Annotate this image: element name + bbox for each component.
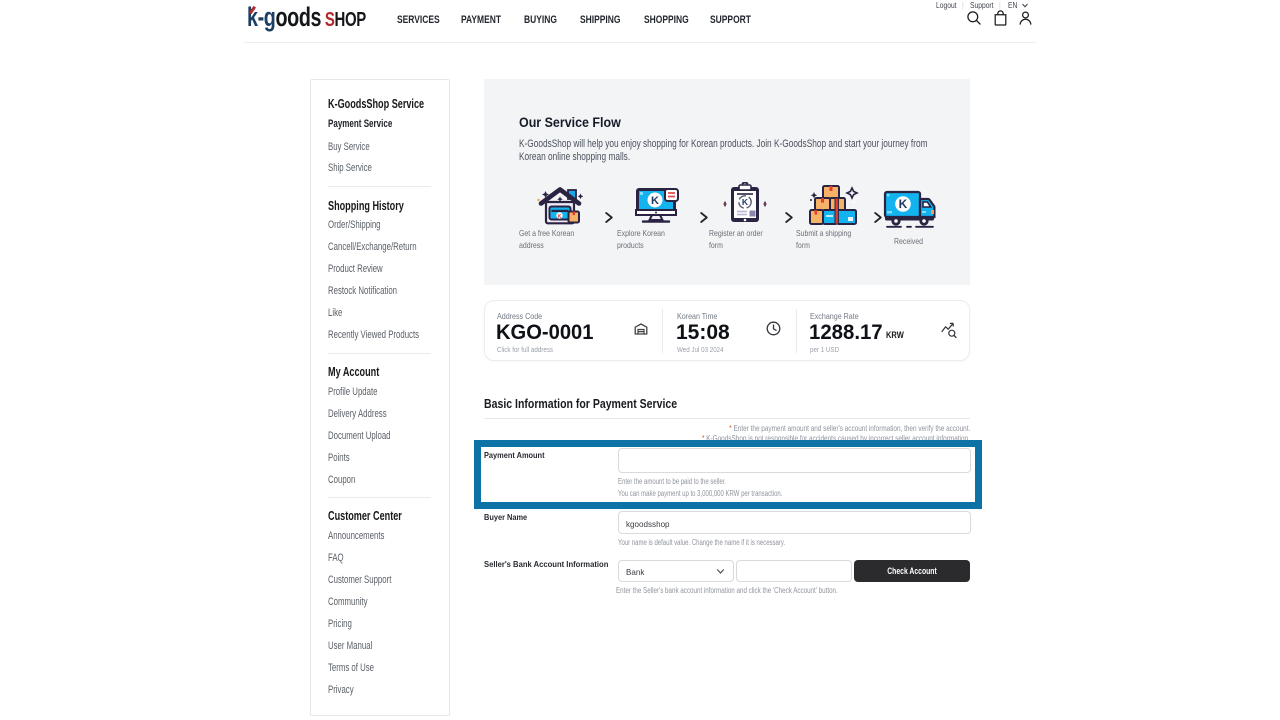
svg-text:K: K bbox=[651, 195, 659, 207]
svg-text:K: K bbox=[558, 214, 562, 220]
svg-text:K: K bbox=[742, 197, 749, 207]
svg-text:K: K bbox=[899, 197, 908, 211]
